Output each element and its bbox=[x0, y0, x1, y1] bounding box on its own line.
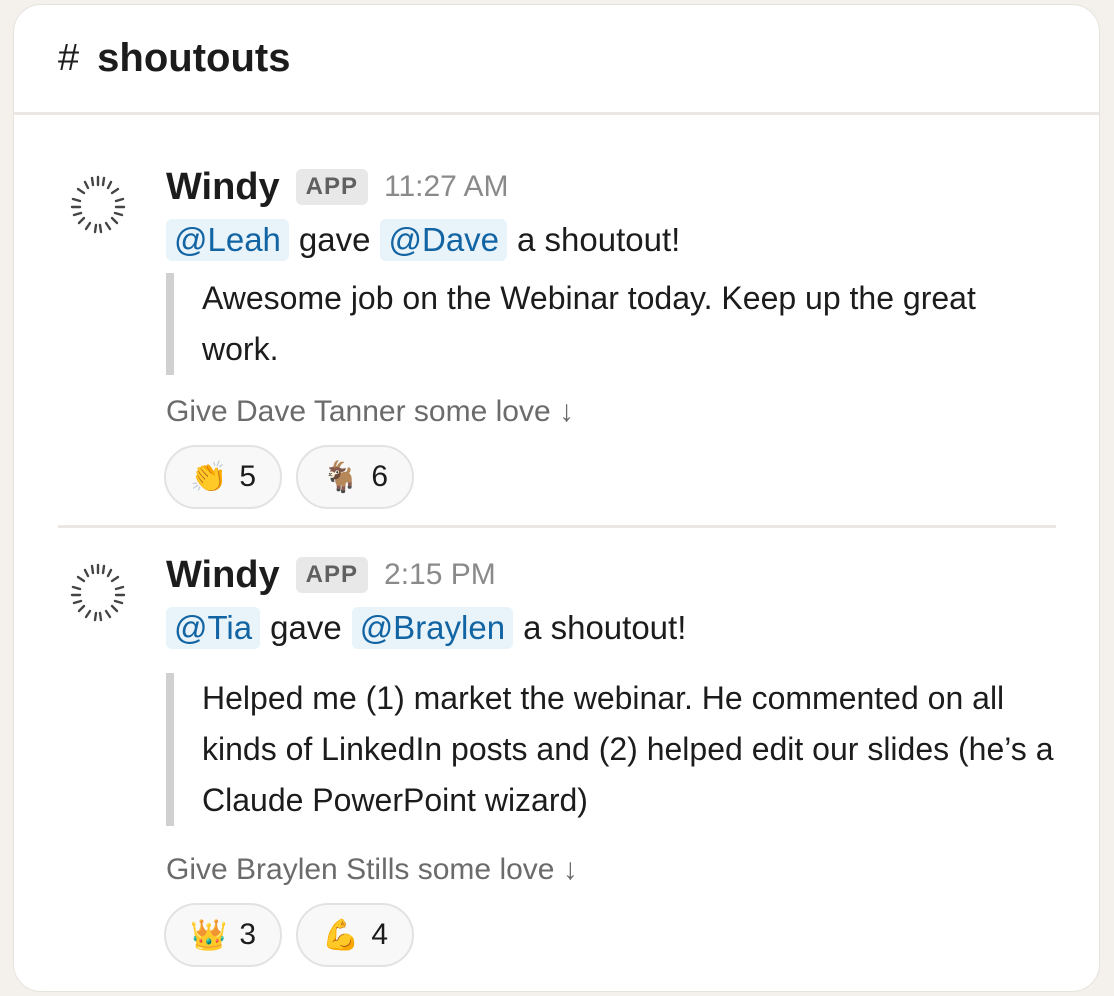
goat-icon: 🐐 bbox=[321, 460, 360, 494]
message-meta: Windy APP 11:27 AM bbox=[166, 163, 509, 211]
shoutout-text: a shoutout! bbox=[517, 221, 681, 258]
mention-receiver[interactable]: @Dave bbox=[380, 219, 508, 261]
verb-text: gave bbox=[298, 221, 371, 258]
reaction-clap[interactable]: 👏 5 bbox=[164, 445, 282, 509]
shoutout-text: a shoutout! bbox=[523, 609, 687, 646]
shoutout-line: @Leah gave @Dave a shoutout! bbox=[166, 219, 690, 261]
mention-receiver[interactable]: @Braylen bbox=[351, 607, 514, 649]
shoutout-line: @Tia gave @Braylen a shoutout! bbox=[166, 607, 696, 649]
app-badge: APP bbox=[295, 557, 369, 593]
shoutout-quote: Helped me (1) market the webinar. He com… bbox=[166, 673, 1066, 826]
channel-header: # shoutouts bbox=[14, 5, 1099, 115]
crown-icon: 👑 bbox=[189, 918, 228, 952]
reaction-count: 5 bbox=[239, 460, 257, 493]
reaction-count: 3 bbox=[239, 918, 257, 951]
reactions-bar: 👑 3 💪 4 bbox=[164, 903, 414, 967]
app-badge: APP bbox=[295, 169, 369, 205]
channel-name[interactable]: shoutouts bbox=[97, 36, 290, 81]
verb-text: gave bbox=[270, 609, 342, 646]
channel-hash-icon: # bbox=[58, 37, 80, 79]
app-avatar-icon[interactable] bbox=[66, 561, 130, 625]
reaction-crown[interactable]: 👑 3 bbox=[164, 903, 282, 967]
reactions-bar: 👏 5 🐐 6 bbox=[164, 445, 414, 509]
love-prompt: Give Dave Tanner some love ↓ bbox=[166, 395, 574, 428]
love-prompt: Give Braylen Stills some love ↓ bbox=[166, 853, 578, 886]
sender-name[interactable]: Windy bbox=[166, 166, 280, 209]
message-divider bbox=[58, 525, 1056, 528]
channel-panel: # shoutouts Windy APP 11:27 AM @Leah gav… bbox=[13, 4, 1100, 992]
clapping-hands-icon: 👏 bbox=[189, 460, 228, 494]
mention-giver[interactable]: @Tia bbox=[166, 607, 261, 649]
sender-name[interactable]: Windy bbox=[166, 554, 280, 597]
shoutout-quote: Awesome job on the Webinar today. Keep u… bbox=[166, 273, 1046, 375]
message-meta: Windy APP 2:15 PM bbox=[166, 551, 496, 599]
mention-giver[interactable]: @Leah bbox=[166, 219, 289, 261]
reaction-flex[interactable]: 💪 4 bbox=[296, 903, 414, 967]
timestamp[interactable]: 2:15 PM bbox=[384, 558, 496, 592]
timestamp[interactable]: 11:27 AM bbox=[384, 170, 509, 204]
reaction-goat[interactable]: 🐐 6 bbox=[296, 445, 414, 509]
app-avatar-icon[interactable] bbox=[66, 173, 130, 237]
flexed-biceps-icon: 💪 bbox=[321, 918, 360, 952]
reaction-count: 6 bbox=[371, 460, 389, 493]
reaction-count: 4 bbox=[371, 918, 389, 951]
